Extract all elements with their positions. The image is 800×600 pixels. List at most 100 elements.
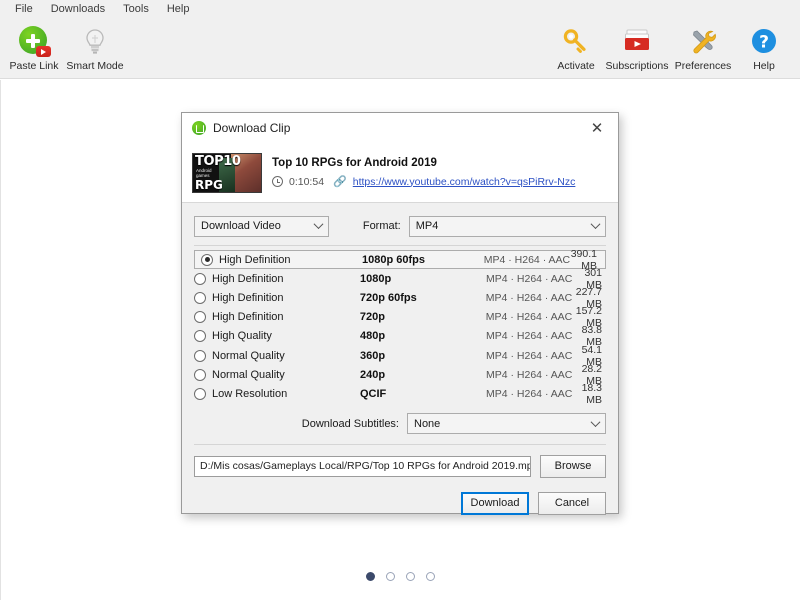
smart-mode-button[interactable]: Smart Mode (62, 23, 128, 72)
subtitles-select[interactable]: None (407, 413, 606, 434)
option-resolution: 480p (360, 330, 386, 343)
menu-item-help[interactable]: Help (158, 1, 199, 18)
video-title: Top 10 RPGs for Android 2019 (272, 157, 437, 169)
option-codec: MP4 · H264 · AAC (486, 272, 573, 285)
save-path-row: D:/Mis cosas/Gameplays Local/RPG/Top 10 … (194, 454, 606, 478)
table-row[interactable]: High Definition 720p MP4 · H264 · AAC 15… (194, 305, 606, 329)
video-meta: 0:10:54 🔗 https://www.youtube.com/watch?… (272, 175, 575, 188)
chevron-down-icon (590, 219, 601, 230)
option-resolution: 240p (360, 368, 386, 381)
subscriptions-button[interactable]: Subscriptions (604, 23, 670, 72)
divider-top (194, 245, 606, 246)
format-label: Format: (362, 220, 401, 232)
carousel-dot-4[interactable] (426, 572, 435, 581)
selects-row: Download Video Format: MP4 (194, 213, 606, 239)
app-logo-icon (192, 121, 206, 135)
radio-icon[interactable] (194, 272, 206, 285)
help-question-icon: ? (749, 25, 779, 57)
video-text-block: Top 10 RPGs for Android 2019 0:10:54 🔗 h… (272, 157, 575, 188)
radio-icon[interactable] (194, 291, 206, 304)
menu-item-file[interactable]: File (6, 1, 42, 18)
option-codec: MP4 · H264 · AAC (486, 368, 573, 381)
option-codec: MP4 · H264 · AAC (486, 387, 573, 400)
carousel-dot-3[interactable] (406, 572, 415, 581)
option-resolution: 1080p (360, 272, 392, 285)
table-row[interactable]: High Quality 480p MP4 · H264 · AAC 83.8 … (194, 324, 606, 348)
dialog-title-bar: Download Clip ✕ (182, 113, 618, 143)
help-label: Help (753, 60, 775, 72)
subscriptions-label: Subscriptions (605, 60, 669, 72)
video-url-link[interactable]: https://www.youtube.com/watch?v=qsPiRrv-… (353, 176, 576, 188)
lightbulb-icon (80, 25, 110, 57)
table-row[interactable]: High Definition 1080p MP4 · H264 · AAC 3… (194, 267, 606, 291)
subtitles-value: None (414, 417, 441, 430)
dialog-title: Download Clip (213, 121, 291, 135)
clock-icon (272, 176, 283, 187)
download-mode-value: Download Video (201, 220, 281, 232)
radio-icon[interactable] (194, 311, 206, 324)
toolbar-left-group: Paste Link Smart Mode (6, 23, 128, 72)
menu-item-downloads[interactable]: Downloads (42, 1, 114, 18)
subscriptions-icon (622, 25, 652, 57)
radio-icon[interactable] (194, 349, 206, 362)
help-button[interactable]: ? Help (736, 23, 792, 72)
carousel-dot-1[interactable] (366, 572, 375, 581)
radio-icon[interactable] (201, 253, 213, 266)
table-row[interactable]: High Definition 1080p 60fps MP4 · H264 ·… (194, 248, 606, 272)
radio-icon[interactable] (194, 368, 206, 381)
activate-label: Activate (557, 60, 595, 72)
table-row[interactable]: Normal Quality 360p MP4 · H264 · AAC 54.… (194, 344, 606, 368)
toolbar-right-group: Activate Subscriptions Preferences ? Hel… (548, 23, 792, 72)
option-quality: Normal Quality (212, 368, 285, 381)
thumbnail-top-text: TOP10 (195, 153, 241, 169)
option-codec: MP4 · H264 · AAC (483, 253, 571, 266)
preferences-button[interactable]: Preferences (670, 23, 736, 72)
carousel-dots (1, 572, 800, 581)
option-resolution: 1080p 60fps (362, 253, 425, 266)
wrench-screwdriver-icon (688, 25, 718, 57)
menu-bar: File Downloads Tools Help (0, 0, 800, 19)
divider-bottom (194, 443, 606, 445)
activate-button[interactable]: Activate (548, 23, 604, 72)
radio-icon[interactable] (194, 330, 206, 343)
option-codec: MP4 · H264 · AAC (486, 330, 573, 343)
dialog-body: Download Video Format: MP4 High Definiti… (182, 203, 618, 515)
cancel-button[interactable]: Cancel (538, 491, 606, 515)
option-quality: High Definition (212, 311, 284, 324)
option-resolution: 720p (359, 311, 385, 324)
browse-button[interactable]: Browse (540, 454, 606, 478)
chevron-down-icon (313, 219, 324, 230)
preferences-label: Preferences (674, 60, 732, 72)
download-clip-dialog: Download Clip ✕ TOP10 Android games RPG … (181, 112, 619, 515)
quality-options-list: High Definition 1080p 60fps MP4 · H264 ·… (194, 248, 606, 406)
save-path-input[interactable]: D:/Mis cosas/Gameplays Local/RPG/Top 10 … (194, 455, 531, 477)
menu-item-tools[interactable]: Tools (114, 1, 158, 18)
option-resolution: 360p (360, 349, 386, 362)
dialog-actions: Download Cancel (194, 491, 606, 515)
close-icon[interactable]: ✕ (576, 113, 618, 143)
option-size: 18.3 MB (581, 381, 602, 406)
option-quality: Normal Quality (212, 349, 285, 362)
chevron-down-icon (590, 416, 601, 427)
radio-icon[interactable] (194, 387, 206, 400)
table-row[interactable]: Normal Quality 240p MP4 · H264 · AAC 28.… (194, 363, 606, 387)
paste-link-label: Paste Link (9, 60, 59, 72)
download-mode-select[interactable]: Download Video (194, 215, 329, 237)
smart-mode-label: Smart Mode (66, 60, 124, 72)
thumbnail-bottom-text: RPG (195, 177, 223, 192)
download-button[interactable]: Download (461, 491, 529, 515)
option-codec: MP4 · H264 · AAC (485, 291, 573, 304)
option-quality: Low Resolution (212, 387, 288, 400)
option-quality: High Definition (212, 291, 284, 304)
format-select[interactable]: MP4 (408, 215, 606, 237)
video-duration: 0:10:54 (289, 175, 325, 188)
carousel-dot-2[interactable] (386, 572, 395, 581)
table-row[interactable]: Low Resolution QCIF MP4 · H264 · AAC 18.… (194, 381, 606, 406)
paste-link-button[interactable]: Paste Link (6, 23, 62, 72)
link-chain-icon: 🔗 (333, 176, 347, 188)
key-icon (561, 25, 591, 57)
option-resolution: 720p 60fps (359, 291, 417, 304)
option-codec: MP4 · H264 · AAC (486, 349, 573, 362)
svg-text:?: ? (759, 33, 769, 53)
table-row[interactable]: High Definition 720p 60fps MP4 · H264 · … (194, 286, 606, 310)
